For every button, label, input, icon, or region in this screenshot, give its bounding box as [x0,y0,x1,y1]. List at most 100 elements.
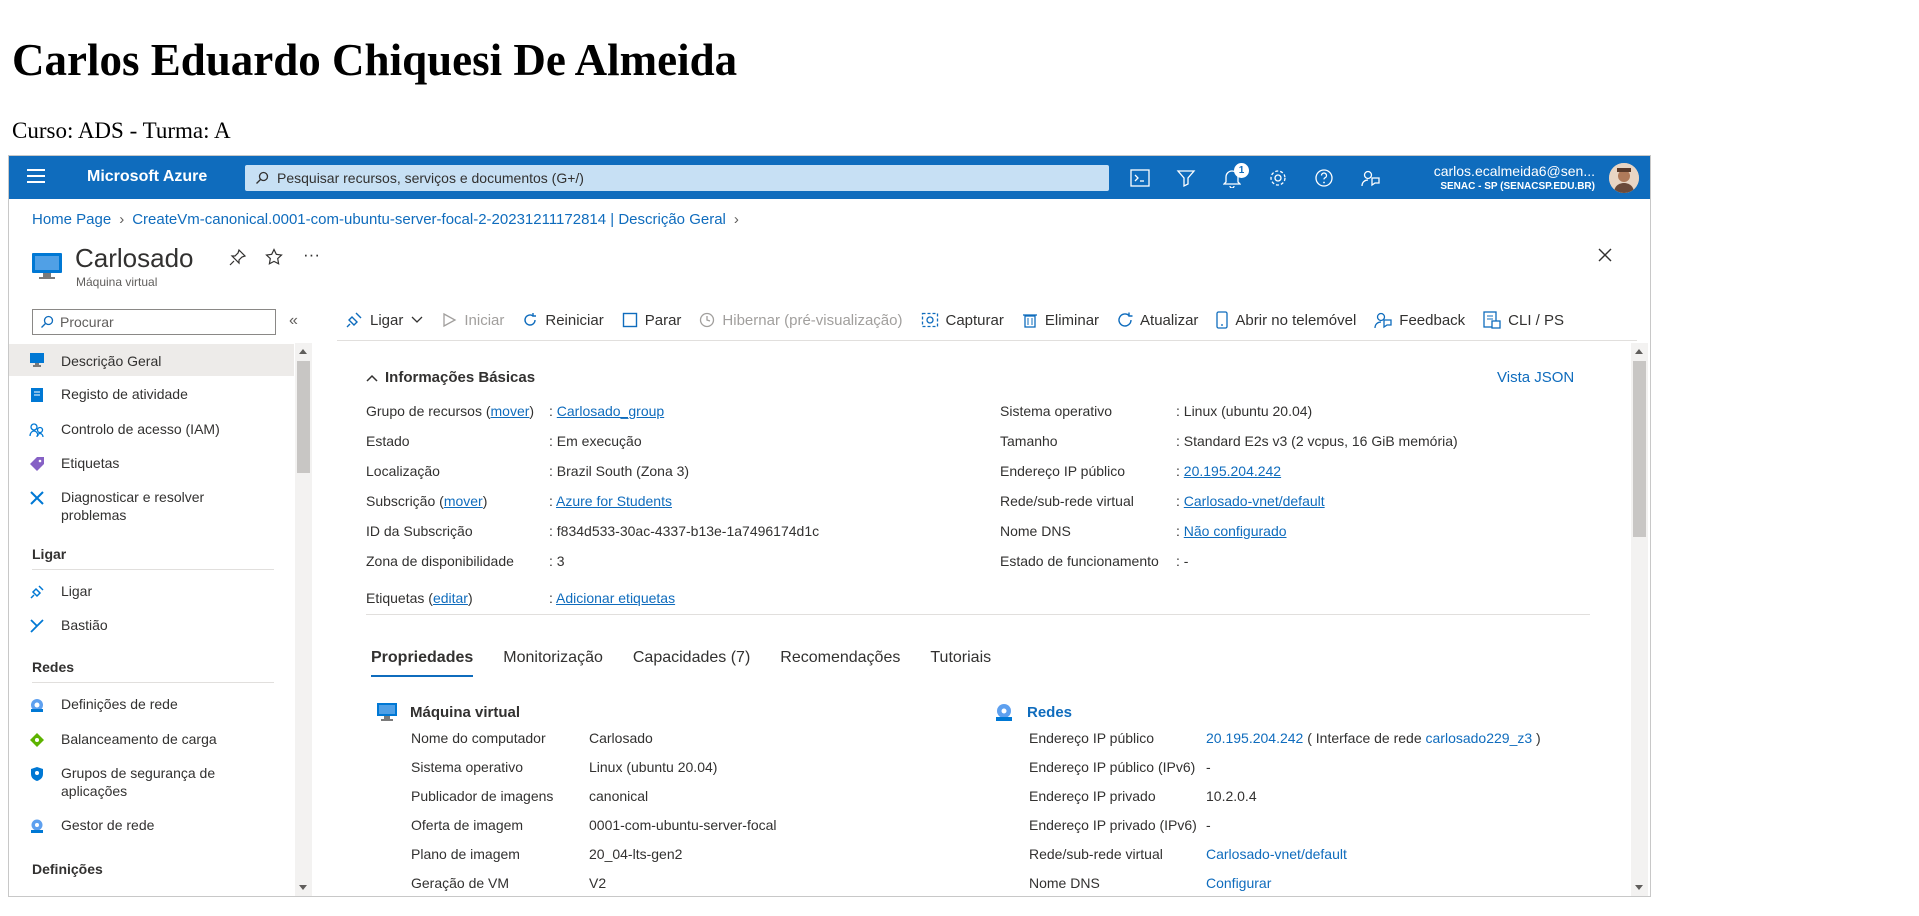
hamburger-menu-icon[interactable] [27,169,45,185]
favorite-star-icon[interactable] [265,248,283,271]
search-icon [41,315,54,328]
scrollbar-thumb[interactable] [1633,361,1646,537]
size-label: Tamanho [1000,433,1058,449]
main-scrollbar[interactable] [1631,343,1648,896]
sidebar-item-label: Definições de rede [61,696,178,712]
start-label: Iniciar [464,311,505,329]
refresh-button[interactable]: Atualizar [1117,312,1198,329]
vnet-label: Rede/sub-rede virtual [1000,493,1134,509]
essentials-toggle[interactable]: Informações Básicas [366,369,535,386]
tab-tutorials[interactable]: Tutoriais [930,649,991,677]
capture-button[interactable]: Capturar [921,312,1004,329]
sidebar-search-input[interactable]: Procurar [32,309,276,335]
add-tags-link[interactable]: Adicionar etiquetas [556,590,675,606]
scroll-down-arrow-icon[interactable] [299,885,307,890]
shield-icon [31,767,43,781]
start-button[interactable]: Iniciar [441,312,504,329]
clock-icon [700,312,715,328]
vnet-link[interactable]: Carlosado-vnet/default [1184,493,1325,509]
scroll-up-arrow-icon[interactable] [1635,349,1643,354]
prop-value: 10.2.0.4 [1206,788,1257,804]
vm-monitor-icon [32,253,62,279]
value-text: Standard E2s v3 (2 vcpus, 16 GiB memória… [1183,433,1458,449]
sidebar-item-label: Bastião [61,617,108,633]
breadcrumb-home[interactable]: Home Page [32,211,111,228]
move-resource-group-link[interactable]: mover [491,403,530,419]
settings-gear-icon[interactable] [1267,167,1289,189]
subscription-link[interactable]: Azure for Students [556,493,672,509]
vnet-link[interactable]: Carlosado-vnet/default [1206,846,1347,862]
prop-value: V2 [589,875,607,891]
label-text: ) [482,493,488,509]
search-icon [256,171,269,184]
sidebar-item-overview[interactable]: Descrição Geral [9,344,294,376]
sidebar: Descrição Geral Registo de atividade Con… [9,343,294,896]
restart-icon [524,313,537,326]
tab-recommendations[interactable]: Recomendações [780,649,900,677]
edit-tags-link[interactable]: editar [433,590,468,606]
tab-capabilities[interactable]: Capacidades (7) [633,649,750,677]
value-text: 3 [556,553,565,569]
chevron-up-icon [366,374,378,382]
scroll-down-arrow-icon[interactable] [1635,885,1643,890]
cli-ps-label: CLI / PS [1508,311,1565,329]
load-balancer-icon [30,733,44,747]
capture-icon [921,312,938,328]
networking-section-title[interactable]: Redes [1027,704,1072,721]
cli-icon [1483,311,1501,329]
account-menu[interactable]: carlos.ecalmeida6@sen... SENAC - SP (SEN… [1417,163,1595,192]
dns-link[interactable]: Não configurado [1184,523,1287,539]
json-view-link[interactable]: Vista JSON [1497,369,1574,386]
avatar[interactable] [1609,163,1639,193]
prop-label: Rede/sub-rede virtual [1029,846,1163,862]
brand-title[interactable]: Microsoft Azure [87,168,207,186]
network-icon [996,704,1012,721]
tab-properties[interactable]: Propriedades [371,649,474,677]
tags-label: Etiquetas (editar) [366,590,473,606]
network-interface-link[interactable]: carlosado229_z3 [1426,730,1533,746]
restart-button[interactable]: Reiniciar [522,312,604,329]
health-value: : - [1176,553,1189,569]
prop-value: Linux (ubuntu 20.04) [589,759,718,775]
cli-ps-button[interactable]: CLI / PS [1483,311,1564,329]
value-text: ( Interface de rede [1307,730,1422,746]
estado-label: Estado [366,433,410,449]
sidebar-item-label: Descrição Geral [61,353,162,369]
global-search-input[interactable]: Pesquisar recursos, serviços e documento… [245,165,1109,191]
sidebar-item-label: Diagnosticar e resolver problemas [61,489,205,523]
resource-group-link[interactable]: Carlosado_group [557,403,664,419]
move-subscription-link[interactable]: mover [444,493,483,509]
tab-monitoring[interactable]: Monitorização [503,649,603,677]
public-ip-link[interactable]: 20.195.204.242 [1184,463,1281,479]
more-options-icon[interactable]: ··· [303,245,320,265]
value-text: Em execução [556,433,642,449]
open-mobile-button[interactable]: Abrir no telemóvel [1216,311,1356,329]
prop-label: Oferta de imagem [411,817,524,833]
page-subheading: Curso: ADS - Turma: A [12,118,231,143]
notifications-bell-icon[interactable]: 1 [1221,163,1249,189]
hibernate-button[interactable]: Hibernar (pré-visualização) [699,312,903,329]
page-heading: Carlos Eduardo Chiquesi De Almeida [12,35,738,85]
configure-dns-link[interactable]: Configurar [1206,875,1271,891]
vm-monitor-icon [30,353,44,367]
delete-button[interactable]: Eliminar [1022,312,1099,329]
stop-button[interactable]: Parar [622,312,681,329]
directory-filter-icon[interactable] [1175,167,1197,189]
prop-label: Sistema operativo [411,759,524,775]
close-icon[interactable] [1594,244,1616,266]
label-text: Subscrição ( [366,493,444,509]
help-icon[interactable] [1313,167,1335,189]
account-email: carlos.ecalmeida6@sen... [1433,163,1595,179]
breadcrumb-deployment[interactable]: CreateVm-canonical.0001-com-ubuntu-serve… [132,211,726,228]
prop-value: 20_04-lts-gen2 [589,846,683,862]
public-ip-link[interactable]: 20.195.204.242 [1206,730,1303,746]
pin-icon[interactable] [229,248,247,271]
sidebar-scrollbar[interactable] [295,343,312,896]
cloud-shell-icon[interactable] [1129,167,1151,189]
collapse-sidebar-icon[interactable]: « [289,312,298,330]
feedback-icon[interactable] [1359,167,1381,189]
connect-button[interactable]: Ligar [345,311,423,329]
feedback-button[interactable]: Feedback [1374,311,1465,329]
scroll-up-arrow-icon[interactable] [299,349,307,354]
scrollbar-thumb[interactable] [297,361,310,473]
